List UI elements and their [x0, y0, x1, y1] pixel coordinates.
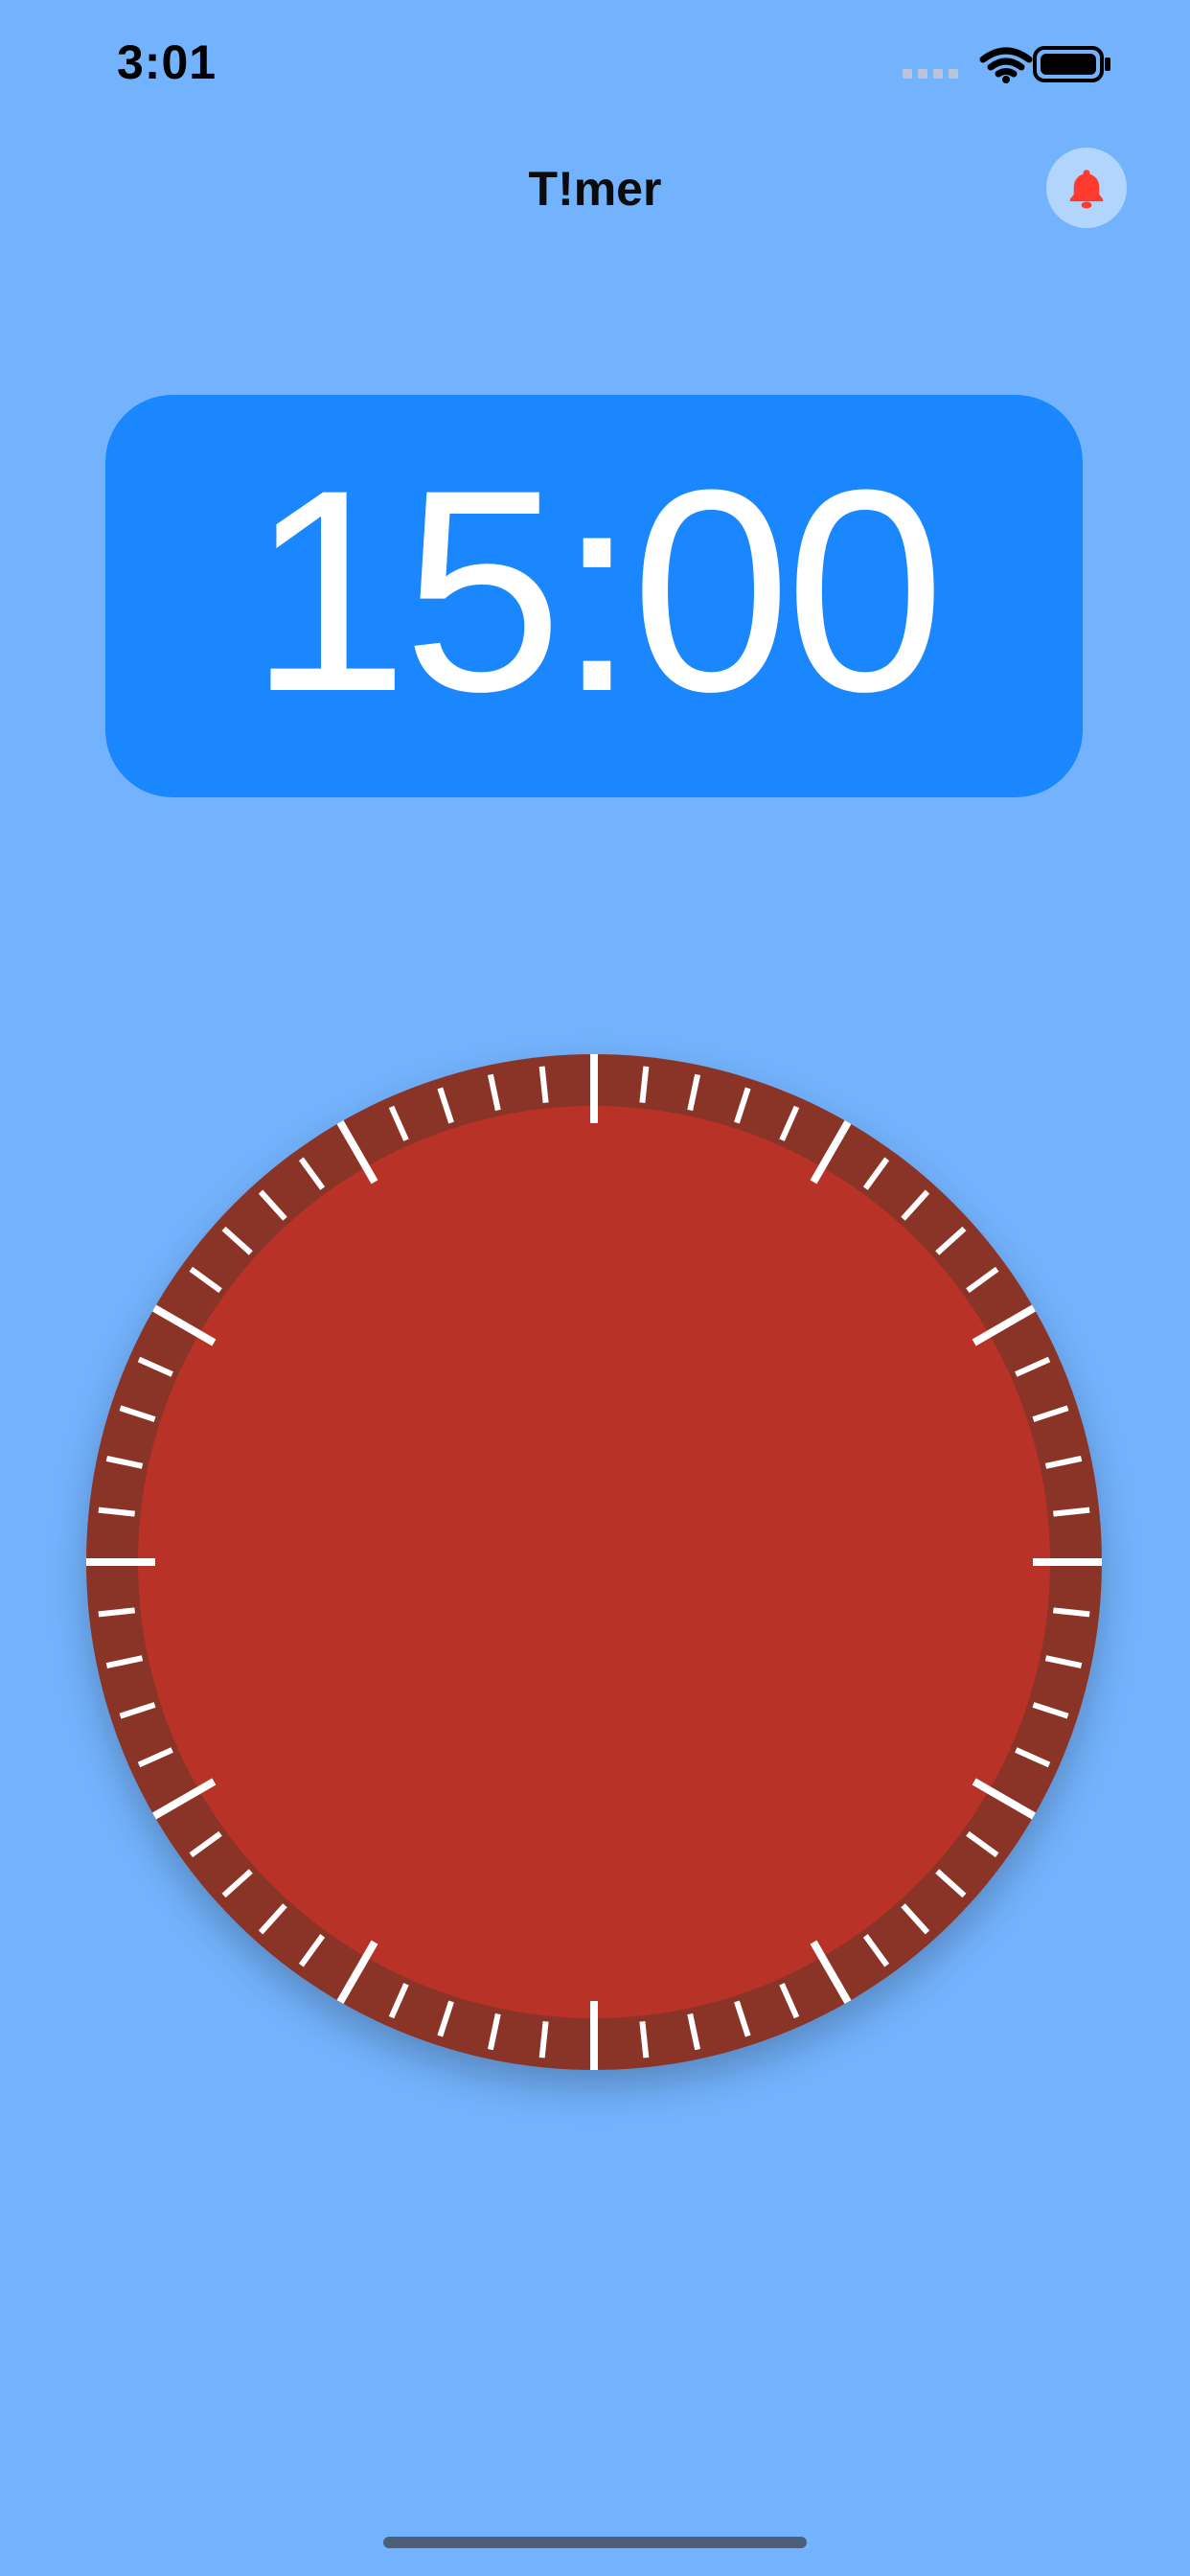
timer-value: 15:00	[248, 429, 946, 751]
status-bar: 3:01	[0, 0, 1190, 134]
dial-minor-tick	[98, 1607, 135, 1618]
dial-minor-tick	[98, 1506, 135, 1517]
dial-minor-tick	[538, 1066, 549, 1103]
dial-face	[138, 1106, 1050, 2018]
navigation-bar: T!mer	[0, 144, 1190, 240]
wifi-icon	[979, 47, 1033, 83]
battery-icon	[1033, 46, 1110, 82]
home-indicator[interactable]	[383, 2537, 807, 2548]
bell-icon	[1069, 170, 1104, 209]
dial-minor-tick	[639, 1066, 650, 1103]
dial-minor-tick	[1053, 1506, 1090, 1517]
alarm-settings-button[interactable]	[1046, 148, 1127, 228]
dial-minor-tick	[1053, 1607, 1090, 1618]
timer-display-card[interactable]: 15:00	[105, 395, 1083, 797]
timer-dial[interactable]	[86, 1054, 1102, 2070]
dial-minor-tick	[538, 2021, 549, 2058]
dial-minor-tick	[639, 2021, 650, 2058]
status-icons	[899, 42, 1129, 86]
status-time: 3:01	[117, 35, 217, 89]
dial-svg	[86, 1054, 1102, 2070]
cellular-signal-icon	[903, 69, 958, 79]
page-title: T!mer	[528, 162, 662, 216]
